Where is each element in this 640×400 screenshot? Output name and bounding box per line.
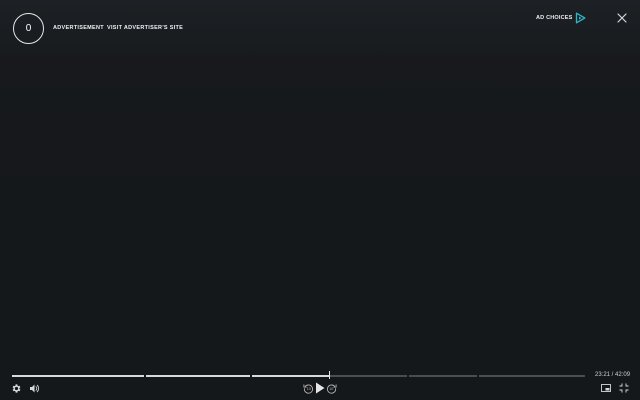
speaker-icon[interactable]	[29, 383, 41, 394]
progress-segment-played	[252, 375, 330, 377]
advertisement-label: ADVERTISEMENT	[53, 25, 104, 31]
ad-choices-link[interactable]: AD CHOICES	[536, 15, 573, 23]
progress-segment	[12, 375, 144, 377]
close-icon[interactable]	[616, 12, 628, 24]
time-display: 23:21 / 42:09	[595, 372, 631, 378]
progress-segment	[146, 375, 250, 377]
ad-countdown: 0	[13, 13, 44, 44]
ad-choices-triangle-icon[interactable]	[575, 12, 586, 24]
gear-icon[interactable]	[11, 383, 22, 394]
forward-10-icon[interactable]: 10	[326, 383, 337, 394]
progress-segment	[479, 375, 585, 377]
svg-text:10: 10	[307, 387, 311, 391]
svg-text:10: 10	[329, 387, 333, 391]
progress-segment	[409, 375, 477, 377]
progress-scrubber[interactable]	[328, 371, 331, 379]
play-icon[interactable]	[315, 382, 325, 394]
video-player[interactable]: 0 ADVERTISEMENT VISIT ADVERTISER'S SITE …	[0, 0, 640, 400]
progress-bar[interactable]	[12, 371, 585, 379]
picture-in-picture-icon[interactable]	[601, 384, 611, 392]
ad-countdown-value: 0	[25, 23, 32, 34]
visit-advertiser-link[interactable]: VISIT ADVERTISER'S SITE	[107, 25, 183, 31]
rewind-10-icon[interactable]: 10	[303, 383, 314, 394]
fullscreen-exit-icon[interactable]	[619, 383, 629, 393]
